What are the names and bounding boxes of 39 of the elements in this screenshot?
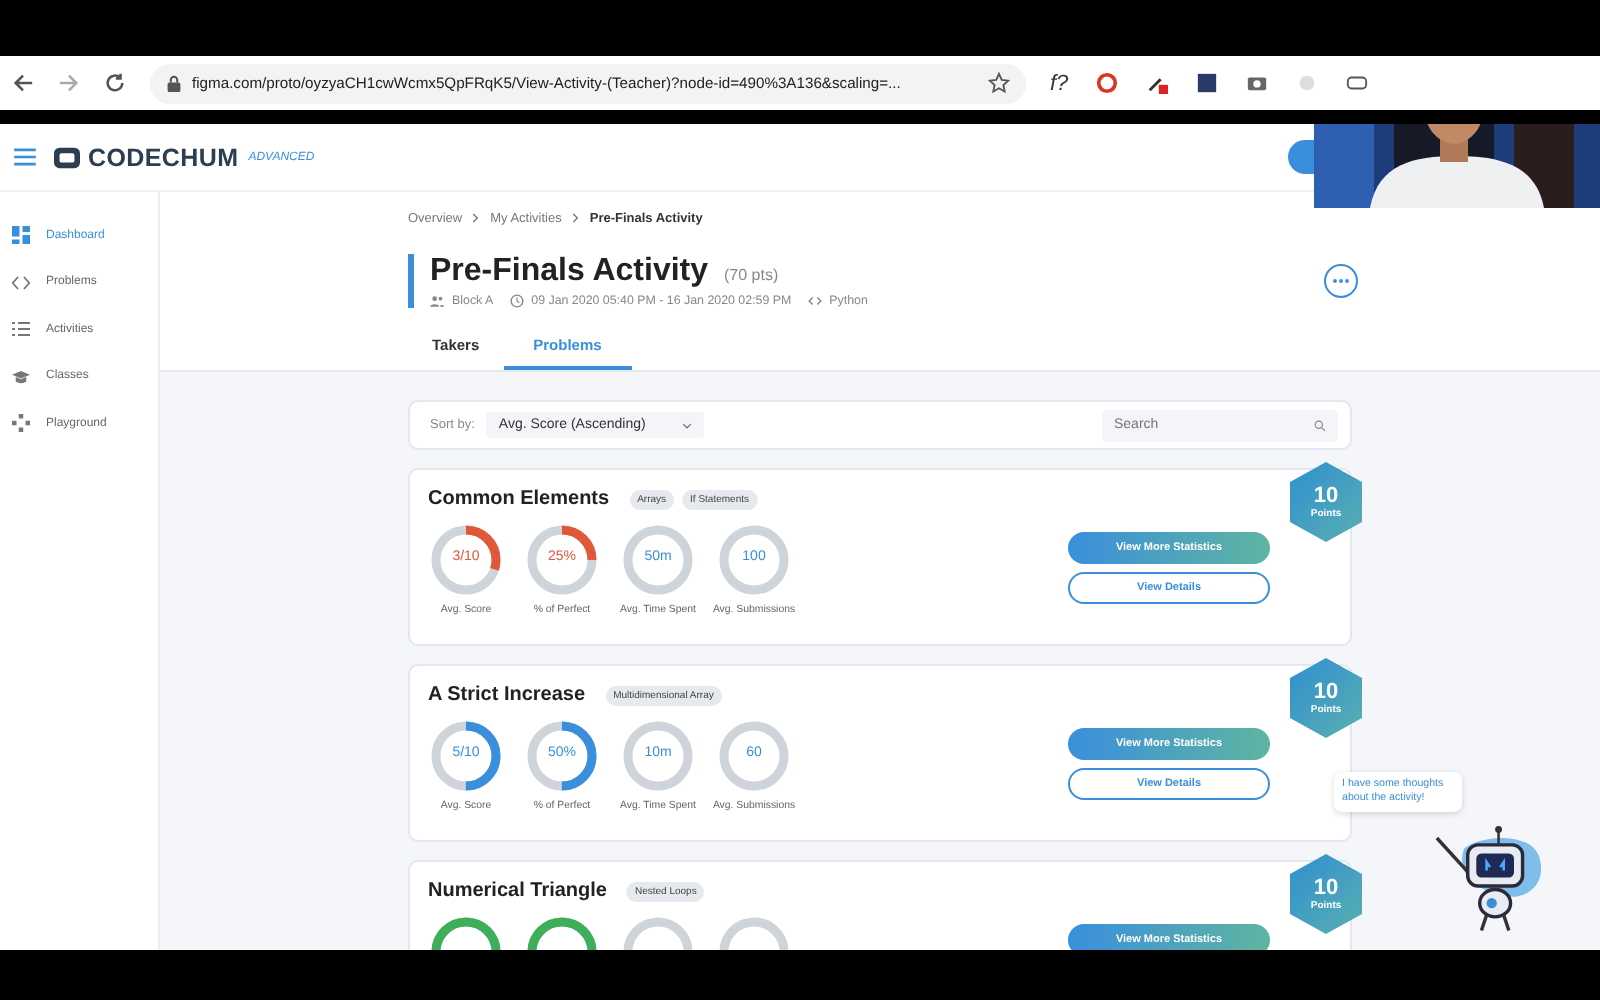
problem-title: Common Elements xyxy=(428,488,610,510)
search-icon xyxy=(1314,419,1326,431)
problem-title: A Strict Increase xyxy=(428,684,586,706)
donut-gauge xyxy=(716,522,792,598)
extension-icon[interactable] xyxy=(1346,72,1369,94)
points-label: (70 pts) xyxy=(724,266,779,284)
extension-icon[interactable] xyxy=(1096,72,1119,94)
lock-icon xyxy=(166,73,182,93)
extension-icon[interactable] xyxy=(1196,72,1219,94)
chevron-icon xyxy=(571,212,580,224)
chevron-icon xyxy=(472,212,481,224)
extension-button[interactable]: f? xyxy=(1050,71,1069,95)
camera-icon[interactable] xyxy=(1246,72,1269,94)
profile-button[interactable] xyxy=(1288,140,1314,174)
more-icon xyxy=(1332,278,1350,284)
reload-icon[interactable] xyxy=(104,72,126,94)
grid-icon xyxy=(12,226,30,245)
donut-gauge xyxy=(428,522,504,598)
code-icon xyxy=(12,273,30,292)
donut-gauge xyxy=(716,718,792,794)
code-icon xyxy=(807,294,822,308)
menu-icon[interactable] xyxy=(14,148,36,166)
logo-text: CODECHUM xyxy=(88,143,239,171)
problem-title: Numerical Triangle xyxy=(428,880,607,902)
activity-title: Pre-Finals Activity xyxy=(430,254,709,290)
eyedropper-icon[interactable] xyxy=(1146,72,1169,94)
donut-gauge xyxy=(428,718,504,794)
caret-icon xyxy=(681,421,692,429)
list-icon xyxy=(12,320,30,339)
donut-gauge xyxy=(524,718,600,794)
donut-gauge xyxy=(620,522,696,598)
people-icon xyxy=(430,294,444,308)
graduation-cap-icon xyxy=(12,367,30,386)
donut-gauge xyxy=(620,718,696,794)
donut-gauge xyxy=(524,522,600,598)
more-button[interactable] xyxy=(1324,264,1358,298)
star-icon[interactable] xyxy=(988,72,1010,94)
back-icon[interactable] xyxy=(12,72,34,94)
clock-icon xyxy=(509,294,524,308)
